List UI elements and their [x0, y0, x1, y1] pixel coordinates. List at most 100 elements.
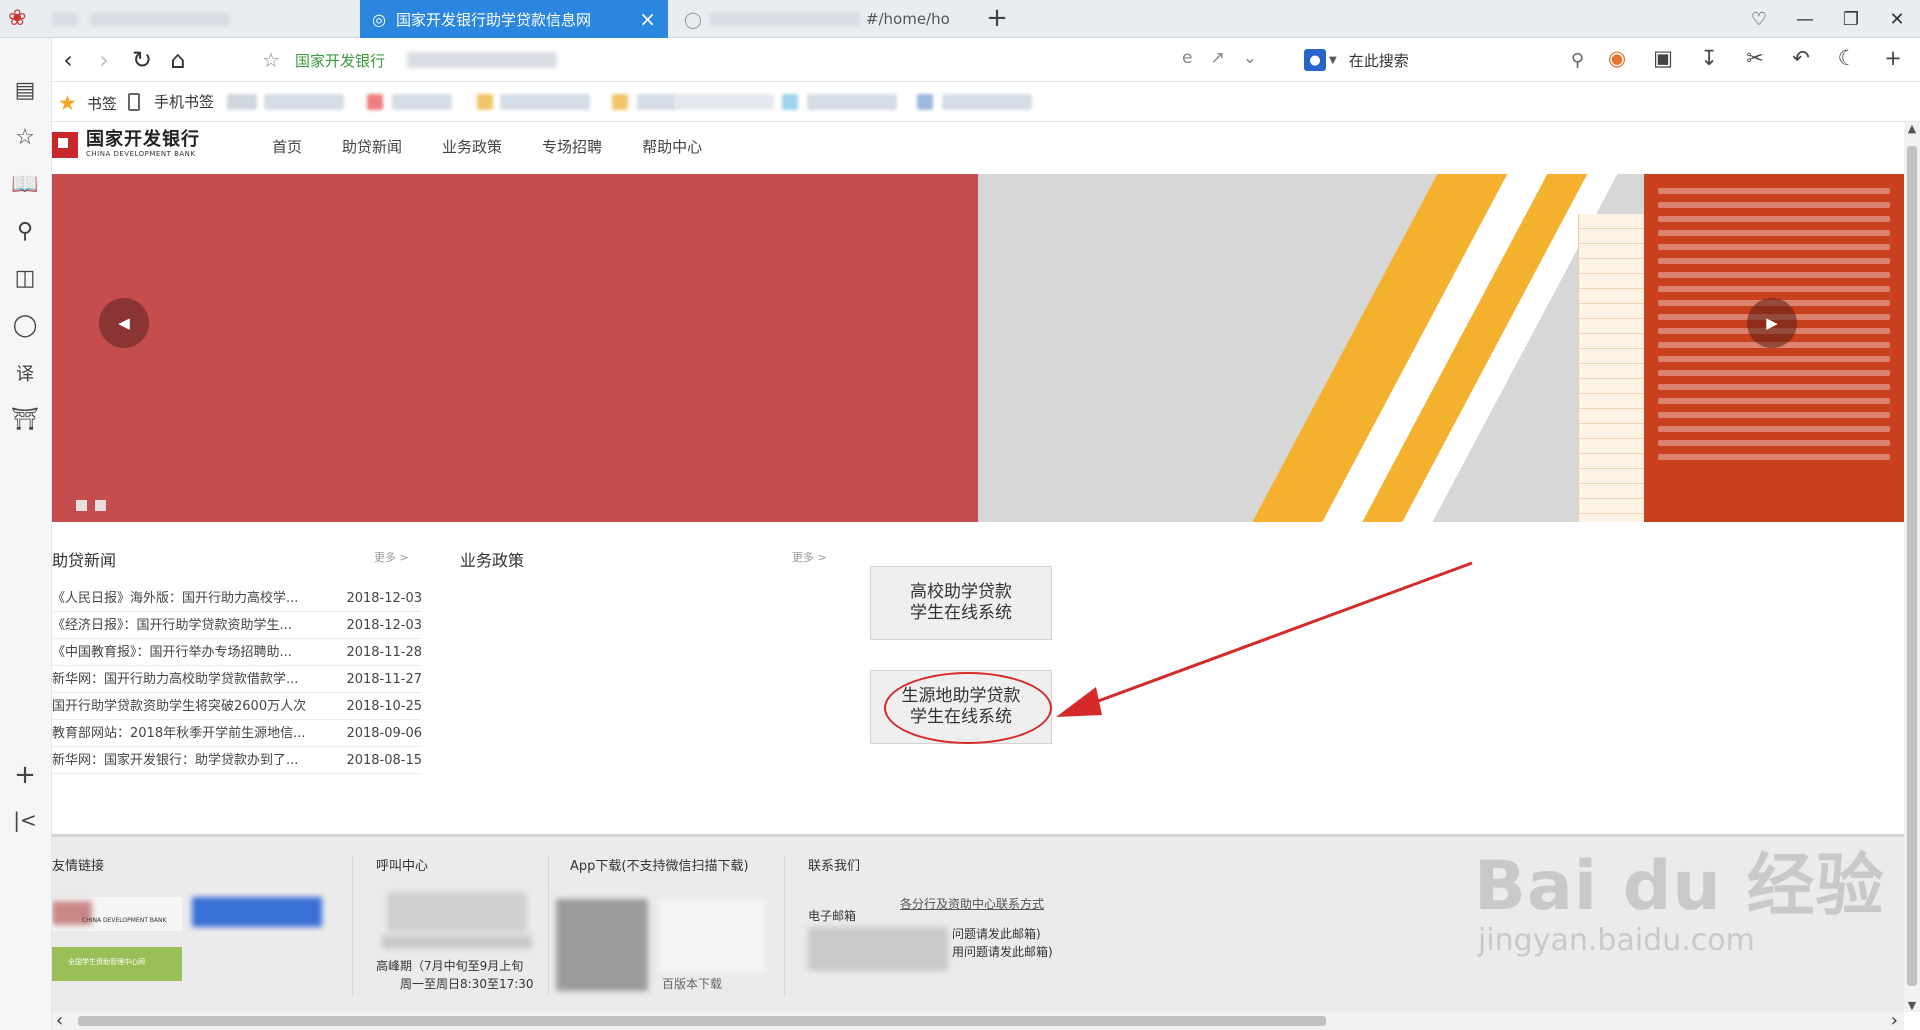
close-window-icon[interactable]: ✕: [1874, 4, 1920, 34]
news-item[interactable]: 《中国教育报》：国开行举办专场招聘助... 2018-11-28: [52, 639, 422, 666]
banner-image: [978, 174, 1904, 522]
bookmarks-button[interactable]: ★ 书签: [58, 91, 117, 115]
news-more-link[interactable]: 更多 >: [374, 549, 409, 565]
banner-carousel[interactable]: ◀ ▶: [52, 174, 1904, 522]
carousel-prev-button[interactable]: ◀: [99, 298, 149, 348]
new-tab-plus-icon[interactable]: +: [982, 3, 1012, 33]
shirt-skin-icon[interactable]: ♡: [1736, 4, 1782, 34]
origin-loan-system-button[interactable]: 生源地助学贷款 学生在线系统: [870, 670, 1052, 744]
news-item[interactable]: 新华网：国开行助力高校助学贷款借款学... 2018-11-27: [52, 666, 422, 693]
horizontal-scroll-thumb[interactable]: [78, 1016, 1326, 1026]
close-icon[interactable]: ×: [639, 9, 656, 29]
news-item-title[interactable]: 国开行助学贷款资助学生将突破2600万人次: [52, 693, 322, 719]
carousel-next-button[interactable]: ▶: [1747, 298, 1797, 348]
reload-icon[interactable]: ↻: [126, 44, 158, 76]
add-icon[interactable]: +: [0, 760, 50, 790]
campus-loan-system-button[interactable]: 高校助学贷款 学生在线系统: [870, 566, 1052, 640]
mobile-bookmarks-button[interactable]: 手机书签: [128, 91, 214, 112]
star-icon: ★: [58, 91, 77, 115]
scroll-left-icon[interactable]: ‹: [56, 1012, 63, 1030]
carousel-dot[interactable]: [95, 500, 106, 511]
bookmark-item[interactable]: [477, 94, 493, 110]
site-logo[interactable]: 国家开发银行 CHINA DEVELOPMENT BANK: [52, 130, 200, 159]
chat-icon[interactable]: ◯: [0, 313, 50, 338]
bookmark-item[interactable]: [782, 94, 798, 110]
minimize-icon[interactable]: —: [1782, 4, 1828, 34]
night-mode-icon[interactable]: ☾: [1834, 46, 1860, 70]
bookmark-item[interactable]: [942, 94, 1032, 110]
gamepad-icon[interactable]: ◉: [1604, 46, 1630, 70]
browser-tab-3[interactable]: ◯ #/home/ho: [672, 0, 972, 38]
student-aid-link-logo[interactable]: 全国学生资助管理中心网: [52, 947, 182, 981]
star-icon[interactable]: ☆: [0, 125, 50, 150]
plus-icon[interactable]: +: [1880, 46, 1906, 70]
contact-branches-link[interactable]: 各分行及资助中心联系方式: [900, 895, 1044, 912]
camera-icon[interactable]: ▣: [1650, 46, 1676, 70]
home-icon[interactable]: ⌂: [162, 44, 194, 76]
baidu-paw-icon[interactable]: ●: [1304, 49, 1326, 71]
news-item[interactable]: 《经济日报》：国开行助学贷款资助学生... 2018-12-03: [52, 612, 422, 639]
news-title: 助贷新闻: [52, 551, 117, 570]
ie-mode-icon[interactable]: e: [1182, 48, 1192, 68]
news-item-title[interactable]: 新华网：国家开发银行：助学贷款办到了...: [52, 747, 322, 773]
bookmark-item[interactable]: [612, 94, 628, 110]
vertical-scroll-thumb[interactable]: [1907, 146, 1917, 986]
scroll-up-icon[interactable]: ▲: [1904, 122, 1920, 135]
bookmark-item[interactable]: [807, 94, 897, 110]
bookmark-item[interactable]: [917, 94, 933, 110]
news-item-title[interactable]: 教育部网站：2018年秋季开学前生源地信...: [52, 720, 322, 746]
nav-news[interactable]: 助贷新闻: [322, 132, 422, 162]
search-input[interactable]: ● ▼ 在此搜索 ⚲: [1304, 44, 1584, 76]
address-toolbar: ‹ › ↻ ⌂ ☆ 国家开发银行 e ↗ ⌄ ● ▼ 在此搜索 ⚲ ◉ ▣ ↧ …: [52, 38, 1920, 82]
bookmark-item[interactable]: [392, 94, 452, 110]
magnifier-icon[interactable]: ⚲: [1571, 50, 1584, 71]
policy-more-link[interactable]: 更多 >: [792, 549, 827, 565]
translate-icon[interactable]: 译: [0, 360, 50, 386]
collapse-sidebar-icon[interactable]: |<: [0, 808, 50, 832]
news-item[interactable]: 国开行助学贷款资助学生将突破2600万人次 2018-10-25: [52, 693, 422, 720]
news-item[interactable]: 教育部网站：2018年秋季开学前生源地信... 2018-09-06: [52, 720, 422, 747]
restore-icon[interactable]: ❐: [1828, 4, 1874, 34]
bookmark-item[interactable]: [500, 94, 590, 110]
news-card-icon[interactable]: ▤: [0, 78, 50, 103]
carousel-dot[interactable]: [76, 500, 87, 511]
browser-tab-active[interactable]: ◎ 国家开发银行助学贷款信息网 ×: [360, 0, 668, 38]
news-item-title[interactable]: 新华网：国开行助力高校助学贷款借款学...: [52, 666, 322, 692]
chevron-down-icon[interactable]: ▼: [1329, 55, 1337, 66]
scissors-icon[interactable]: ✂: [1742, 46, 1768, 70]
cart-icon[interactable]: ⛩: [0, 407, 50, 432]
news-item-title[interactable]: 《中国教育报》：国开行举办专场招聘助...: [52, 639, 322, 665]
nav-policy[interactable]: 业务政策: [422, 132, 522, 162]
news-item-title[interactable]: 《经济日报》：国开行助学贷款资助学生...: [52, 612, 322, 638]
bookmark-item[interactable]: [264, 94, 344, 110]
watermark-main: Bai du 经验: [1474, 847, 1885, 926]
book-icon[interactable]: 📖: [0, 172, 50, 197]
news-item[interactable]: 新华网：国家开发银行：助学贷款办到了... 2018-08-15: [52, 747, 422, 774]
bookmark-item[interactable]: [637, 94, 677, 110]
scroll-right-icon[interactable]: ›: [1891, 1012, 1898, 1030]
nav-help[interactable]: 帮助中心: [622, 132, 722, 162]
address-text[interactable]: 国家开发银行: [295, 50, 385, 71]
bookmark-item[interactable]: [674, 94, 774, 110]
news-item-title[interactable]: 《人民日报》海外版：国开行助力高校学...: [52, 585, 322, 611]
forward-icon[interactable]: ›: [88, 44, 120, 76]
news-item-date: 2018-12-03: [346, 591, 422, 606]
bookmark-star-icon[interactable]: ☆: [262, 48, 280, 72]
chevron-down-icon[interactable]: ⌄: [1243, 48, 1257, 68]
nav-home[interactable]: 首页: [252, 132, 322, 162]
search-icon[interactable]: ⚲: [0, 219, 50, 244]
briefcase-icon[interactable]: ◫: [0, 266, 50, 291]
browser-tab-1[interactable]: [40, 0, 350, 38]
share-icon[interactable]: ↗: [1210, 48, 1224, 68]
download-icon[interactable]: ↧: [1696, 46, 1722, 70]
cdb-link-logo[interactable]: CHINA DEVELOPMENT BANK: [52, 897, 322, 931]
bookmark-item[interactable]: [227, 94, 257, 110]
bookmark-item[interactable]: [367, 94, 383, 110]
nav-recruit[interactable]: 专场招聘: [522, 132, 622, 162]
scroll-down-icon[interactable]: ▼: [1904, 999, 1920, 1012]
undo-icon[interactable]: ↶: [1788, 46, 1814, 70]
vertical-scrollbar[interactable]: ▲ ▼: [1904, 122, 1920, 1012]
back-icon[interactable]: ‹: [52, 44, 84, 76]
news-item[interactable]: 《人民日报》海外版：国开行助力高校学... 2018-12-03: [52, 585, 422, 612]
horizontal-scrollbar[interactable]: ‹ ›: [52, 1012, 1904, 1030]
